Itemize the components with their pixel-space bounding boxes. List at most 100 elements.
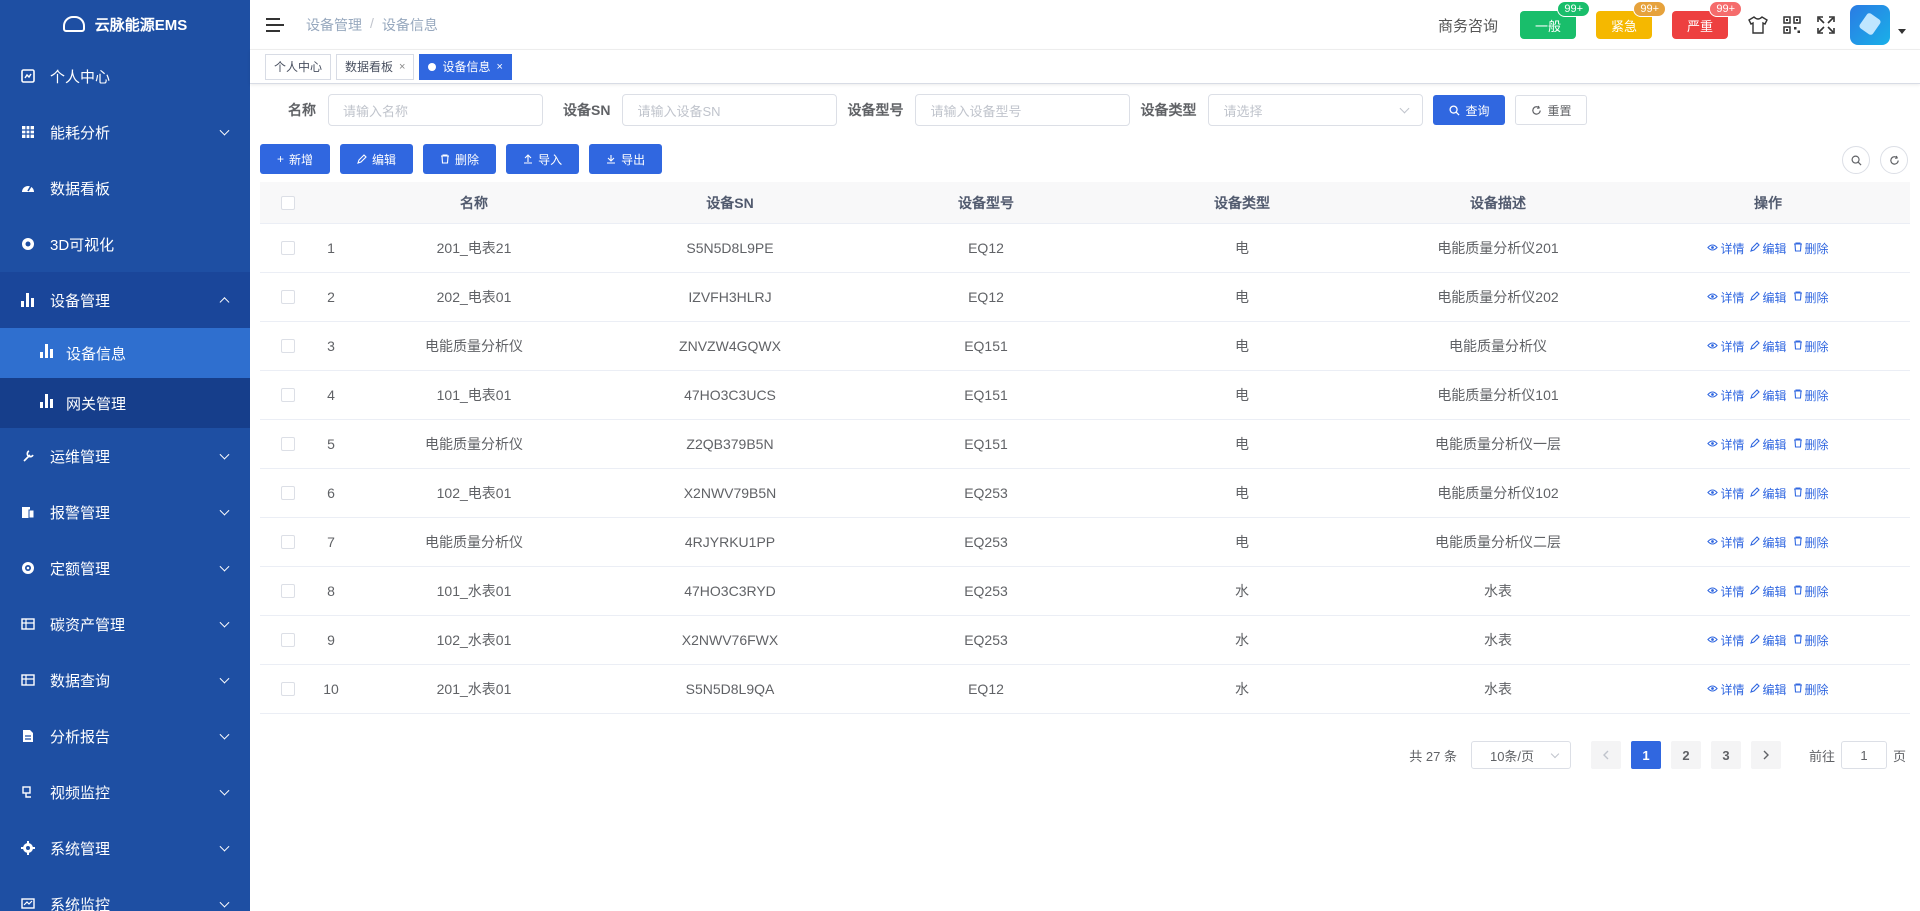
page-size-select[interactable]: 10条/页: [1470, 741, 1571, 769]
delete-button[interactable]: 删除: [423, 144, 497, 174]
edit-link[interactable]: 编辑: [1750, 632, 1787, 649]
alarm-urgent-button[interactable]: 紧急 99+: [1596, 1, 1666, 39]
breadcrumb-item[interactable]: 设备管理: [306, 15, 362, 35]
sidebar-item-3d-visual[interactable]: 3D可视化: [0, 216, 250, 272]
import-button[interactable]: 导入: [506, 144, 580, 174]
user-avatar[interactable]: [1850, 5, 1890, 45]
theme-shirt-icon[interactable]: [1748, 15, 1768, 35]
delete-link[interactable]: 删除: [1793, 534, 1829, 551]
sidebar-item-carbon[interactable]: 碳资产管理: [0, 596, 250, 652]
sidebar-item-video[interactable]: 视频监控: [0, 764, 250, 820]
edit-link[interactable]: 编辑: [1750, 534, 1787, 551]
edit-link[interactable]: 编辑: [1750, 387, 1787, 404]
sidebar-subitem-gateway[interactable]: 网关管理: [0, 378, 250, 428]
row-checkbox[interactable]: [281, 437, 295, 451]
row-checkbox[interactable]: [281, 682, 295, 696]
edit-button[interactable]: 编辑: [340, 144, 414, 174]
delete-link[interactable]: 删除: [1793, 387, 1829, 404]
delete-link[interactable]: 删除: [1793, 485, 1829, 502]
column-header[interactable]: 设备类型: [1114, 193, 1370, 213]
sidebar-item-device-management[interactable]: 设备管理: [0, 272, 250, 328]
add-button[interactable]: + 新增: [260, 144, 331, 174]
row-checkbox[interactable]: [281, 535, 295, 549]
delete-link[interactable]: 删除: [1793, 632, 1829, 649]
tag-personal-center[interactable]: 个人中心: [265, 53, 332, 80]
caret-down-icon[interactable]: [1898, 28, 1906, 34]
delete-link[interactable]: 删除: [1793, 436, 1829, 453]
qrcode-icon[interactable]: [1782, 15, 1802, 35]
sidebar-item-energy-analysis[interactable]: 能耗分析: [0, 104, 250, 160]
collapse-menu-icon[interactable]: [266, 17, 284, 32]
sidebar-item-monitor[interactable]: 系统监控: [0, 876, 250, 911]
prev-page-button[interactable]: [1590, 741, 1621, 769]
row-checkbox[interactable]: [281, 388, 295, 402]
sidebar-item-report[interactable]: 分析报告: [0, 708, 250, 764]
page-button[interactable]: 2: [1670, 741, 1701, 769]
row-checkbox[interactable]: [281, 290, 295, 304]
tag-device-info[interactable]: 设备信息 ×: [419, 53, 512, 80]
sidebar-item-operations[interactable]: 运维管理: [0, 428, 250, 484]
delete-link[interactable]: 删除: [1793, 338, 1829, 355]
delete-link[interactable]: 删除: [1793, 681, 1829, 698]
column-header[interactable]: 设备描述: [1370, 193, 1626, 213]
detail-link[interactable]: 详情: [1707, 681, 1744, 698]
edit-link[interactable]: 编辑: [1750, 583, 1787, 600]
detail-link[interactable]: 详情: [1707, 583, 1744, 600]
edit-link[interactable]: 编辑: [1750, 240, 1787, 257]
business-consult-link[interactable]: 商务咨询: [1438, 15, 1498, 36]
toggle-search-button[interactable]: [1842, 146, 1870, 174]
sidebar-item-data-query[interactable]: 数据查询: [0, 652, 250, 708]
edit-link[interactable]: 编辑: [1750, 436, 1787, 453]
close-icon[interactable]: ×: [399, 61, 405, 73]
sidebar-subitem-device-info[interactable]: 设备信息: [0, 328, 250, 378]
row-checkbox[interactable]: [281, 584, 295, 598]
close-icon[interactable]: ×: [496, 61, 502, 73]
edit-link[interactable]: 编辑: [1750, 485, 1787, 502]
alarm-general-button[interactable]: 一般 99+: [1520, 1, 1590, 39]
sidebar-item-system[interactable]: 系统管理: [0, 820, 250, 876]
page-button[interactable]: 3: [1710, 741, 1741, 769]
sidebar-item-data-board[interactable]: 数据看板: [0, 160, 250, 216]
action-label: 详情: [1720, 339, 1745, 354]
sidebar-item-personal-center[interactable]: 个人中心: [0, 48, 250, 104]
detail-link[interactable]: 详情: [1707, 534, 1744, 551]
edit-link[interactable]: 编辑: [1750, 338, 1787, 355]
sidebar-item-alarm[interactable]: 报警管理: [0, 484, 250, 540]
type-select[interactable]: 请选择: [1208, 94, 1424, 126]
edit-link[interactable]: 编辑: [1750, 289, 1787, 306]
row-checkbox[interactable]: [281, 339, 295, 353]
detail-link[interactable]: 详情: [1707, 240, 1744, 257]
name-input[interactable]: 请输入名称: [328, 94, 543, 126]
delete-link[interactable]: 删除: [1793, 583, 1829, 600]
detail-link[interactable]: 详情: [1707, 485, 1744, 502]
fullscreen-icon[interactable]: [1816, 15, 1836, 35]
detail-link[interactable]: 详情: [1707, 387, 1744, 404]
column-header[interactable]: 设备型号: [858, 193, 1114, 213]
detail-link[interactable]: 详情: [1707, 632, 1744, 649]
refresh-table-button[interactable]: [1880, 146, 1908, 174]
reset-button[interactable]: 重置: [1515, 95, 1588, 125]
goto-page-input[interactable]: 1: [1840, 741, 1887, 769]
alarm-severe-button[interactable]: 严重 99+: [1672, 1, 1742, 39]
delete-link[interactable]: 删除: [1793, 289, 1829, 306]
row-checkbox[interactable]: [281, 241, 295, 255]
search-button[interactable]: 查询: [1433, 95, 1506, 125]
export-button[interactable]: 导出: [589, 144, 663, 174]
tag-data-board[interactable]: 数据看板 ×: [336, 53, 415, 80]
model-input[interactable]: 请输入设备型号: [915, 94, 1131, 126]
row-checkbox[interactable]: [281, 486, 295, 500]
column-header[interactable]: 名称: [346, 193, 602, 213]
sn-input[interactable]: 请输入设备SN: [622, 94, 838, 126]
page-button[interactable]: 1: [1630, 741, 1661, 769]
edit-link[interactable]: 编辑: [1750, 681, 1787, 698]
row-checkbox[interactable]: [281, 633, 295, 647]
sidebar-item-quota[interactable]: 定额管理: [0, 540, 250, 596]
detail-link[interactable]: 详情: [1707, 289, 1744, 306]
select-all-checkbox[interactable]: [281, 195, 295, 210]
column-header[interactable]: 设备SN: [602, 193, 858, 213]
detail-link[interactable]: 详情: [1707, 436, 1744, 453]
detail-link[interactable]: 详情: [1707, 338, 1744, 355]
delete-link[interactable]: 删除: [1793, 240, 1829, 257]
eye-icon: [1707, 241, 1719, 255]
next-page-button[interactable]: [1750, 741, 1781, 769]
